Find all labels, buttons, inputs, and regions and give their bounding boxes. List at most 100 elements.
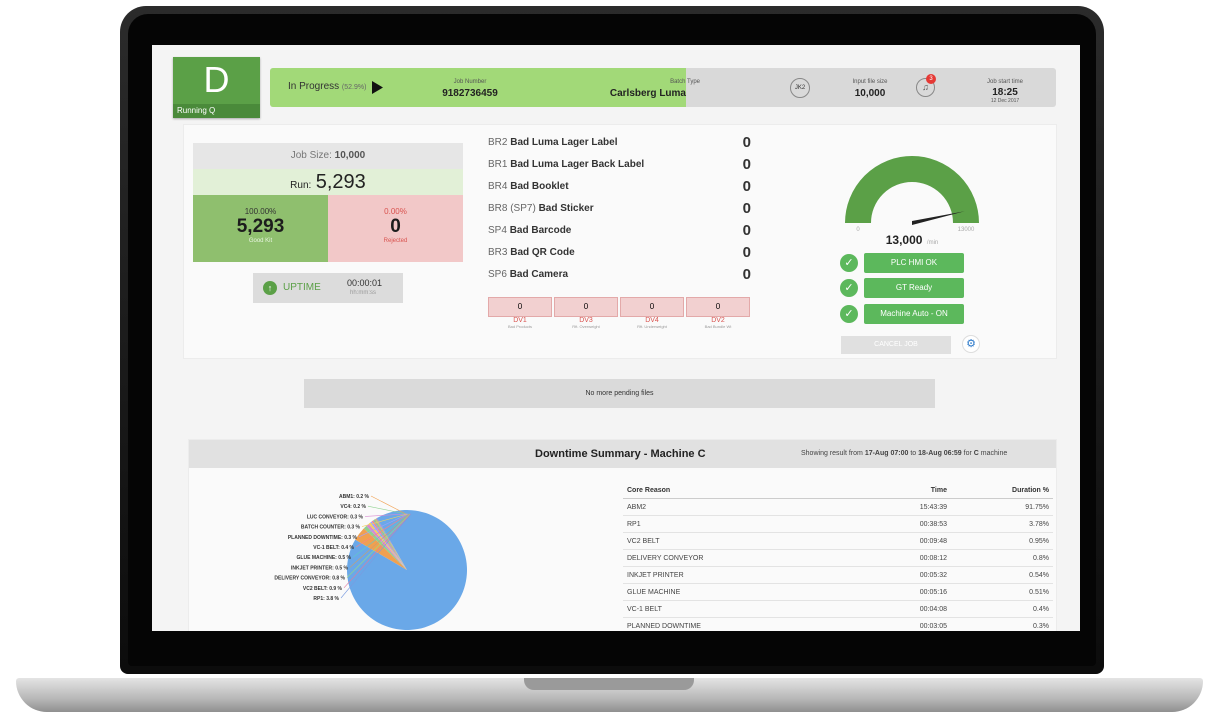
cell-time: 00:03:05 — [871, 617, 951, 631]
run-label: Run: — [290, 180, 312, 191]
table-row[interactable]: PLANNED DOWNTIME 00:03:05 0.3% — [623, 617, 1053, 631]
laptop-notch — [524, 678, 694, 690]
gauge-readout: 13,000 /min — [852, 231, 972, 249]
gauge-unit: /min — [926, 240, 939, 246]
range-end: machine — [978, 450, 1008, 457]
defect-value: 0 — [742, 200, 751, 217]
check-icon: ✓ — [840, 254, 858, 272]
range-to: 18-Aug 06:59 — [918, 450, 962, 457]
dv-label: DV1 — [513, 317, 527, 324]
downtime-panel: Downtime Summary - Machine C Showing res… — [188, 439, 1057, 631]
notification-count: 3 — [926, 74, 936, 84]
play-icon[interactable] — [372, 81, 383, 94]
defect-name: Bad QR Code — [510, 247, 575, 258]
defect-name: Bad Luma Lager Label — [510, 137, 618, 148]
job-status: In Progress (52.9%) — [288, 81, 366, 92]
uptime-label: UPTIME — [283, 282, 321, 293]
cell-reason: INKJET PRINTER — [623, 566, 871, 584]
table-row[interactable]: GLUE MACHINE 00:05:16 0.51% — [623, 583, 1053, 601]
run-count: Run: 5,293 — [193, 169, 463, 195]
defect-code: BR4 — [488, 181, 508, 192]
cell-reason: PLANNED DOWNTIME — [623, 617, 871, 631]
defect-code: SP6 — [488, 269, 507, 280]
batch-type: Carlsberg Luma — [609, 88, 686, 99]
dv-label: DV3 — [579, 317, 593, 324]
defect-code: BR8 (SP7) — [488, 203, 536, 214]
good-kit-label: Good Kit — [248, 238, 273, 244]
cancel-job-button[interactable]: CANCEL JOB — [841, 336, 951, 354]
defect-name: Bad Luma Lager Back Label — [510, 159, 645, 170]
table-row[interactable]: VC-1 BELT 00:04:08 0.4% — [623, 600, 1053, 618]
settings-gear-icon[interactable]: ⚙ — [962, 335, 980, 353]
dv-cell: 0 DV1 Bad Products — [488, 297, 552, 329]
cell-duration: 0.3% — [950, 617, 1053, 631]
defect-list: BR2 Bad Luma Lager Label 0 BR1 Bad Luma L… — [488, 132, 751, 286]
speed-gauge: 0 13000 — [845, 156, 979, 233]
pie-label: DELIVERY CONVEYOR: 0.8 % — [274, 576, 345, 582]
start-date: 12 Dec 2017 — [990, 98, 1020, 104]
pie-label: LUC CONVEYOR: 0.3 % — [307, 514, 364, 520]
rejected-box: 0.00% 0 Rejected — [328, 195, 463, 262]
defect-value: 0 — [742, 156, 751, 173]
defect-row: SP6 Bad Camera 0 — [488, 264, 751, 286]
dv-value: 0 — [554, 297, 618, 317]
defect-value: 0 — [742, 222, 751, 239]
cell-reason: VC-1 BELT — [623, 600, 871, 618]
user-badge[interactable]: JK2 — [790, 78, 810, 98]
cell-time: 00:04:08 — [871, 600, 951, 618]
uptime-value: 00:00:01 — [347, 278, 383, 288]
machine-auto-status[interactable]: Machine Auto - ON — [864, 304, 964, 324]
pie-leader-line — [367, 505, 407, 515]
table-row[interactable]: RP1 00:38:53 3.78% — [623, 515, 1053, 533]
dv-sub: Rft. Underweight — [637, 324, 667, 329]
gt-ready-status[interactable]: GT Ready — [864, 278, 964, 298]
defect-row: BR1 Bad Luma Lager Back Label 0 — [488, 154, 751, 176]
job-percent: (52.9%) — [341, 84, 367, 91]
good-count: 5,293 — [236, 216, 285, 237]
range-from: 17-Aug 07:00 — [864, 450, 909, 457]
input-size: 10,000 — [854, 88, 886, 99]
cell-time: 15:43:39 — [871, 498, 951, 516]
check-icon: ✓ — [840, 305, 858, 323]
col-core-reason: Core Reason — [623, 482, 871, 499]
rejected-percent: 0.00% — [384, 207, 407, 216]
dv-cell: 0 DV4 Rft. Underweight — [620, 297, 684, 329]
dv-value: 0 — [620, 297, 684, 317]
pie-leader-line — [370, 495, 407, 515]
table-row[interactable]: INKJET PRINTER 00:05:32 0.54% — [623, 566, 1053, 584]
pie-label: VC4: 0.2 % — [340, 504, 366, 510]
dv-label: DV2 — [711, 317, 725, 324]
dv-value: 0 — [488, 297, 552, 317]
dv-row: 0 DV1 Bad Products 0 DV3 Rft. Overweight… — [488, 297, 750, 337]
check-icon: ✓ — [840, 279, 858, 297]
dv-sub: Bad Bundle Wt — [704, 324, 732, 329]
job-size: Job Size: 10,000 — [193, 143, 463, 169]
defect-name: Bad Barcode — [509, 225, 572, 236]
defect-value: 0 — [742, 134, 751, 151]
job-status-text: In Progress — [288, 81, 340, 92]
defect-code: BR2 — [488, 137, 508, 148]
start-time: 18:25 — [992, 87, 1018, 98]
downtime-table: Core Reason Time Duration % ABM2 15:43:39… — [623, 482, 1053, 631]
table-row[interactable]: VC2 BELT 00:09:48 0.95% — [623, 532, 1053, 550]
run-value: 5,293 — [315, 171, 366, 193]
machine-status-tile[interactable]: D Running Q — [173, 57, 260, 118]
defect-name: Bad Booklet — [510, 181, 569, 192]
dv-sub: Rft. Overweight — [572, 324, 600, 329]
job-size-label: Job Size: — [290, 150, 332, 161]
col-duration: Duration % — [950, 482, 1053, 499]
pie-slices — [347, 510, 467, 630]
table-row[interactable]: ABM2 15:43:39 91.75% — [623, 498, 1053, 516]
downtime-title: Downtime Summary - Machine C — [535, 448, 706, 460]
dv-value: 0 — [686, 297, 750, 317]
cell-reason: VC2 BELT — [623, 532, 871, 550]
defect-value: 0 — [742, 178, 751, 195]
table-row[interactable]: DELIVERY CONVEYOR 00:08:12 0.8% — [623, 549, 1053, 567]
downtime-table-body: ABM2 15:43:39 91.75% RP1 00:38:53 3.78% VC2 BE… — [623, 498, 1053, 631]
cell-time: 00:09:48 — [871, 532, 951, 550]
cell-duration: 0.54% — [950, 566, 1053, 584]
pie-label: ABM1: 0.2 % — [339, 494, 370, 500]
pie-label: PLANNED DOWNTIME: 0.3 % — [288, 535, 358, 541]
plc-hmi-status[interactable]: PLC HMI OK — [864, 253, 964, 273]
cell-duration: 3.78% — [950, 515, 1053, 533]
